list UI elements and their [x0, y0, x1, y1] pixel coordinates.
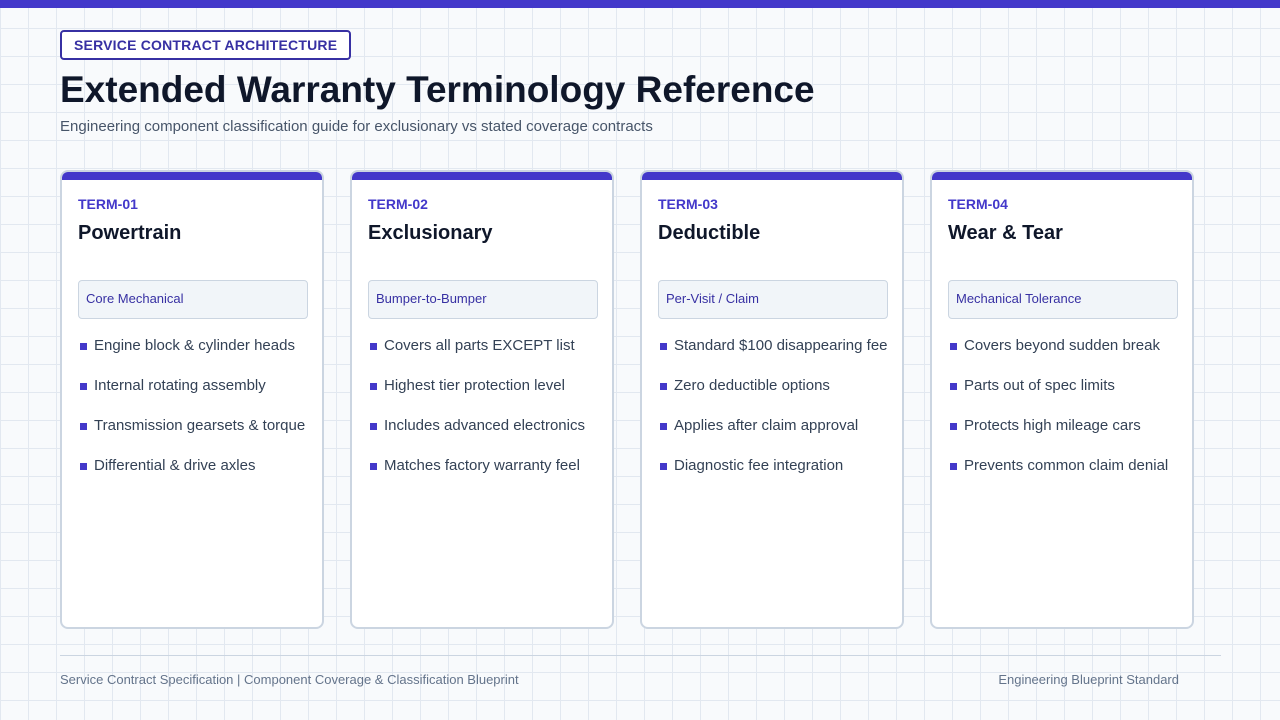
list-item: Diagnostic fee integration [658, 456, 894, 496]
term-category-tag: Mechanical Tolerance [948, 280, 1178, 319]
list-item: Includes advanced electronics [368, 416, 604, 456]
square-bullet-icon [660, 383, 667, 390]
square-bullet-icon [660, 343, 667, 350]
list-item: Covers all parts EXCEPT list [368, 336, 604, 376]
list-item: Applies after claim approval [658, 416, 894, 456]
square-bullet-icon [660, 463, 667, 470]
list-item-text: Protects high mileage cars [964, 417, 1141, 434]
square-bullet-icon [950, 423, 957, 430]
list-item: Standard $100 disappearing fee [658, 336, 894, 376]
square-bullet-icon [370, 463, 377, 470]
list-item-text: Diagnostic fee integration [674, 457, 844, 474]
term-feature-list: Covers all parts EXCEPT list Highest tie… [368, 336, 604, 496]
square-bullet-icon [950, 463, 957, 470]
list-item-text: Parts out of spec limits [964, 377, 1115, 394]
list-item-text: Prevents common claim denial [964, 457, 1169, 474]
term-title: Wear & Tear [948, 222, 1063, 244]
term-title: Deductible [658, 222, 761, 244]
term-id: TERM-01 [78, 196, 138, 212]
list-item-text: Covers all parts EXCEPT list [384, 337, 575, 354]
list-item-text: Transmission gearsets & torque [94, 417, 306, 434]
list-item-text: Engine block & cylinder heads [94, 337, 295, 354]
square-bullet-icon [370, 343, 377, 350]
term-category-tag: Bumper-to-Bumper [368, 280, 598, 319]
square-bullet-icon [950, 343, 957, 350]
square-bullet-icon [370, 423, 377, 430]
list-item-text: Matches factory warranty feel [384, 457, 580, 474]
list-item: Internal rotating assembly [78, 376, 314, 416]
square-bullet-icon [80, 383, 87, 390]
square-bullet-icon [80, 463, 87, 470]
term-card-wear-and-tear: TERM-04 Wear & Tear Mechanical Tolerance… [930, 170, 1194, 629]
section-badge: SERVICE CONTRACT ARCHITECTURE [60, 30, 352, 60]
list-item-text: Includes advanced electronics [384, 417, 585, 434]
term-card-exclusionary: TERM-02 Exclusionary Bumper-to-Bumper Co… [350, 170, 614, 629]
list-item: Transmission gearsets & torque [78, 416, 314, 456]
term-category-tag: Core Mechanical [78, 280, 308, 319]
list-item: Highest tier protection level [368, 376, 604, 416]
term-card-powertrain: TERM-01 Powertrain Core Mechanical Engin… [60, 170, 324, 629]
footer-divider [60, 655, 1221, 656]
footer-specification-text: Service Contract Specification | Compone… [60, 672, 519, 687]
term-feature-list: Covers beyond sudden break Parts out of … [948, 336, 1184, 496]
list-item: Engine block & cylinder heads [78, 336, 314, 376]
list-item: Matches factory warranty feel [368, 456, 604, 496]
list-item-text: Zero deductible options [674, 377, 830, 394]
term-feature-list: Standard $100 disappearing fee Zero dedu… [658, 336, 894, 496]
square-bullet-icon [660, 423, 667, 430]
list-item: Covers beyond sudden break [948, 336, 1184, 376]
term-category-tag: Per-Visit / Claim [658, 280, 888, 319]
term-id: TERM-02 [368, 196, 428, 212]
footer-standard-text: Engineering Blueprint Standard [998, 672, 1179, 687]
term-id: TERM-03 [658, 196, 718, 212]
list-item-text: Standard $100 disappearing fee [674, 337, 888, 354]
square-bullet-icon [80, 343, 87, 350]
square-bullet-icon [80, 423, 87, 430]
list-item-text: Applies after claim approval [674, 417, 859, 434]
list-item: Protects high mileage cars [948, 416, 1184, 456]
term-id: TERM-04 [948, 196, 1008, 212]
term-title: Powertrain [78, 222, 182, 244]
square-bullet-icon [370, 383, 377, 390]
list-item-text: Internal rotating assembly [94, 377, 266, 394]
term-title: Exclusionary [368, 222, 493, 244]
list-item: Prevents common claim denial [948, 456, 1184, 496]
list-item-text: Highest tier protection level [384, 377, 565, 394]
list-item: Differential & drive axles [78, 456, 314, 496]
list-item-text: Covers beyond sudden break [964, 337, 1160, 354]
term-card-deductible: TERM-03 Deductible Per-Visit / Claim Sta… [640, 170, 904, 629]
top-accent-bar [0, 0, 1280, 8]
list-item: Parts out of spec limits [948, 376, 1184, 416]
term-feature-list: Engine block & cylinder heads Internal r… [78, 336, 314, 496]
page-subtitle: Engineering component classification gui… [60, 118, 653, 135]
page-title: Extended Warranty Terminology Reference [60, 69, 815, 110]
square-bullet-icon [950, 383, 957, 390]
list-item-text: Differential & drive axles [94, 457, 256, 474]
list-item: Zero deductible options [658, 376, 894, 416]
